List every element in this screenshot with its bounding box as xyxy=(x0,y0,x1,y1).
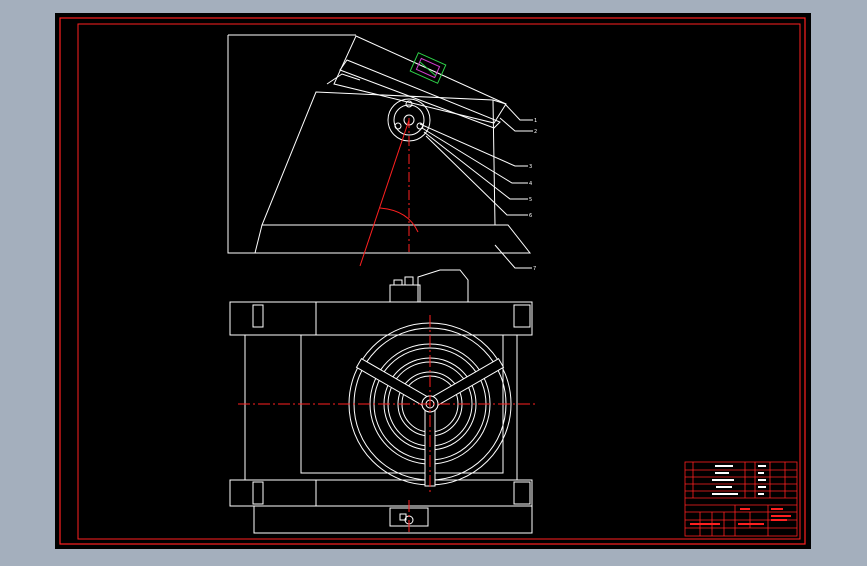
balloon-6: 6 xyxy=(529,213,532,219)
balloon-4: 4 xyxy=(529,181,532,187)
cad-viewport[interactable]: 1 2 3 4 5 6 7 xyxy=(0,0,867,562)
balloon-3: 3 xyxy=(529,164,532,170)
balloon-5: 5 xyxy=(529,197,532,203)
balloon-1: 1 xyxy=(534,118,537,124)
balloon-2: 2 xyxy=(534,129,537,135)
balloon-7: 7 xyxy=(533,266,536,272)
drawing-canvas: 1 2 3 4 5 6 7 xyxy=(55,13,811,549)
